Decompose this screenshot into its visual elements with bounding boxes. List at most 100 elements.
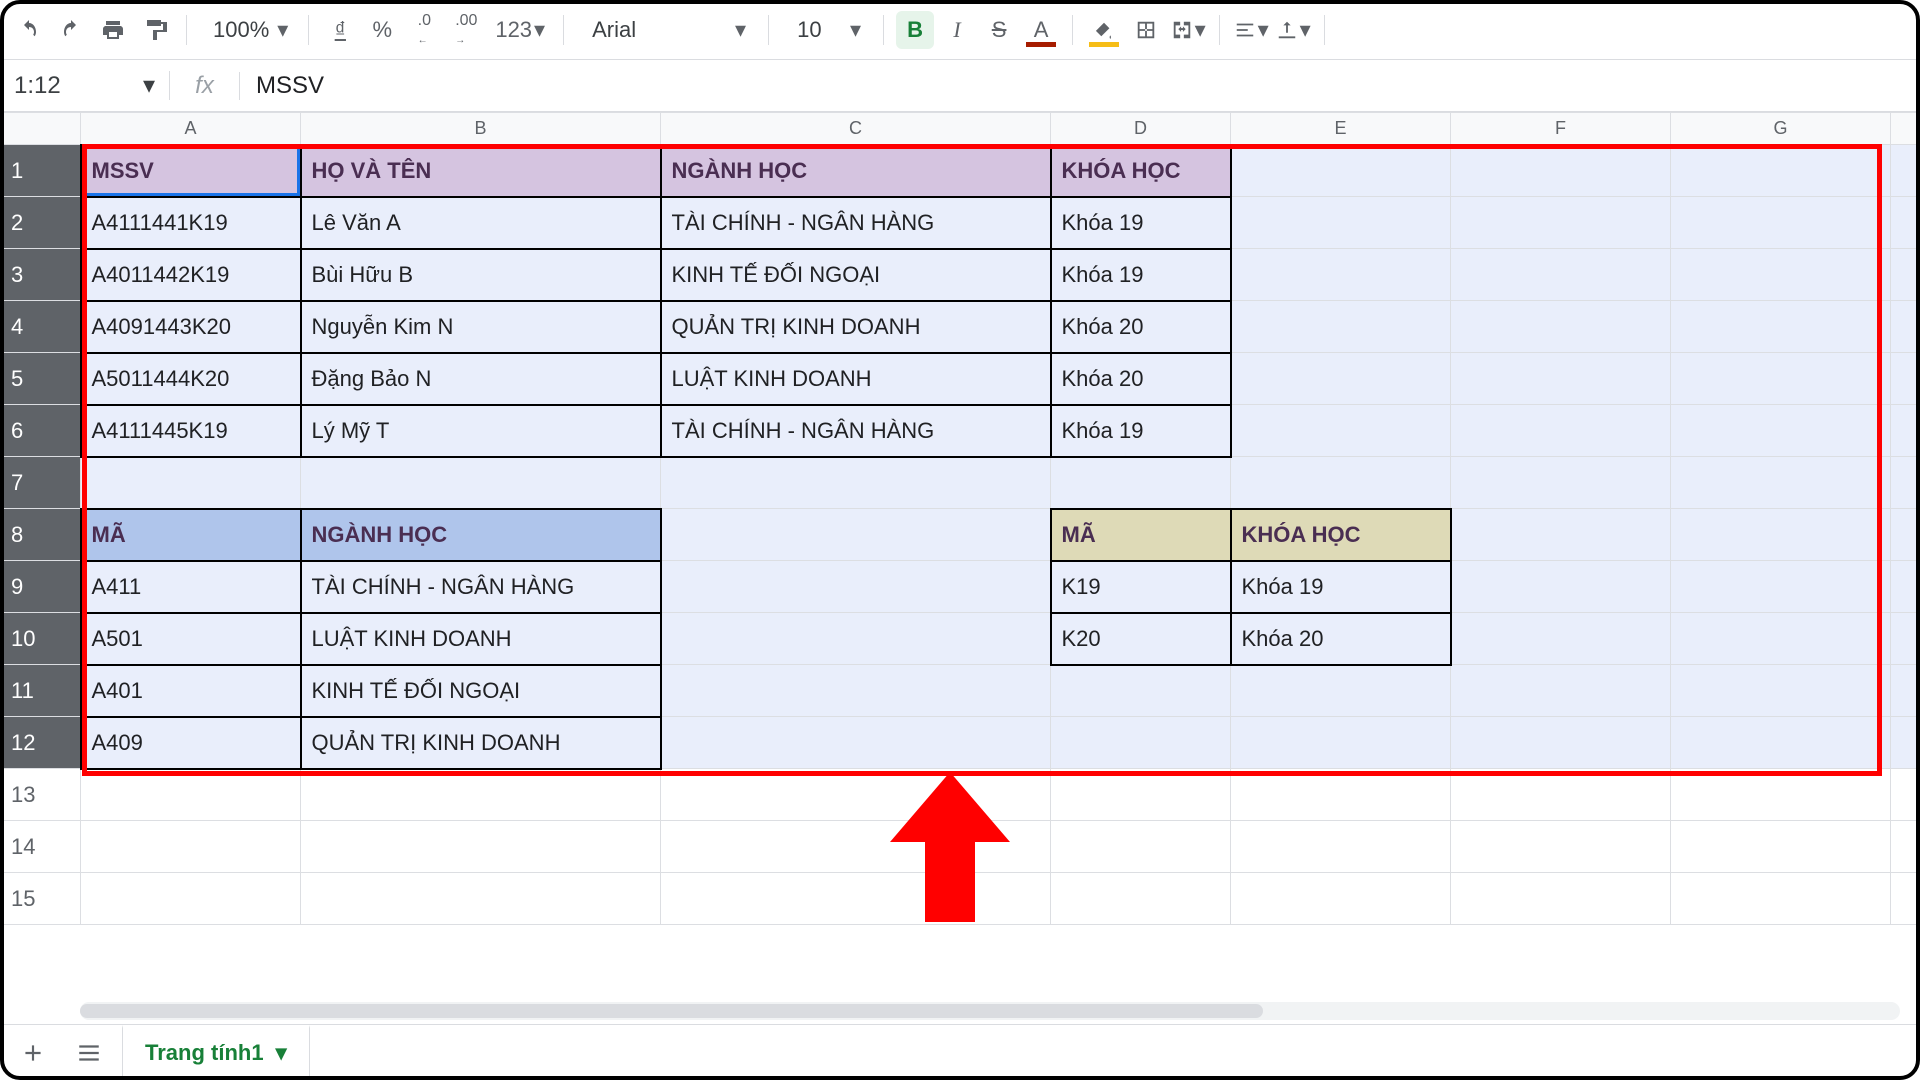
- cell[interactable]: Khóa 20: [1231, 613, 1451, 665]
- italic-button[interactable]: I: [938, 11, 976, 49]
- redo-button[interactable]: [52, 11, 90, 49]
- cell[interactable]: A4111441K19: [81, 197, 301, 249]
- zoom-dropdown[interactable]: 100%▾: [199, 11, 296, 49]
- cell[interactable]: A5011444K20: [81, 353, 301, 405]
- caret-down-icon: ▾: [143, 71, 155, 100]
- col-header[interactable]: [1891, 113, 1920, 145]
- font-size-dropdown[interactable]: 10▾: [781, 11, 871, 49]
- name-box[interactable]: 1:12▾: [0, 71, 170, 100]
- caret-down-icon: ▾: [276, 1040, 287, 1066]
- col-header[interactable]: G: [1671, 113, 1891, 145]
- cell[interactable]: TÀI CHÍNH - NGÂN HÀNG: [301, 561, 661, 613]
- cell[interactable]: A4011442K19: [81, 249, 301, 301]
- cell[interactable]: QUẢN TRỊ KINH DOANH: [661, 301, 1051, 353]
- cell[interactable]: Bùi Hữu B: [301, 249, 661, 301]
- cell[interactable]: KHÓA HỌC: [1231, 509, 1451, 561]
- decrease-decimal-button[interactable]: .0←: [405, 11, 443, 49]
- col-header[interactable]: C: [661, 113, 1051, 145]
- cell[interactable]: Đặng Bảo N: [301, 353, 661, 405]
- cell[interactable]: Khóa 20: [1051, 301, 1231, 353]
- row-header[interactable]: 7: [1, 457, 81, 509]
- row-header[interactable]: 6: [1, 405, 81, 457]
- cell[interactable]: A4111445K19: [81, 405, 301, 457]
- strikethrough-button[interactable]: S: [980, 11, 1018, 49]
- column-header-row: A B C D E F G: [1, 113, 1920, 145]
- fx-icon: fx: [170, 72, 240, 100]
- cell[interactable]: MSSV: [81, 145, 301, 197]
- row-header[interactable]: 13: [1, 769, 81, 821]
- row-header[interactable]: 11: [1, 665, 81, 717]
- borders-button[interactable]: [1127, 11, 1165, 49]
- cell[interactable]: K19: [1051, 561, 1231, 613]
- cell[interactable]: Khóa 19: [1051, 197, 1231, 249]
- formula-bar-row: 1:12▾ fx MSSV: [0, 60, 1920, 112]
- row-header[interactable]: 4: [1, 301, 81, 353]
- cell[interactable]: Khóa 20: [1051, 353, 1231, 405]
- cell[interactable]: Lý Mỹ T: [301, 405, 661, 457]
- cell[interactable]: Lê Văn A: [301, 197, 661, 249]
- cell[interactable]: A4091443K20: [81, 301, 301, 353]
- col-header[interactable]: E: [1231, 113, 1451, 145]
- col-header[interactable]: A: [81, 113, 301, 145]
- caret-down-icon: ▾: [277, 17, 288, 43]
- cell[interactable]: MÃ: [1051, 509, 1231, 561]
- cell[interactable]: NGÀNH HỌC: [661, 145, 1051, 197]
- cell[interactable]: QUẢN TRỊ KINH DOANH: [301, 717, 661, 769]
- cell[interactable]: A409: [81, 717, 301, 769]
- cell[interactable]: K20: [1051, 613, 1231, 665]
- row-header[interactable]: 3: [1, 249, 81, 301]
- cell[interactable]: KINH TẾ ĐỐI NGOẠI: [301, 665, 661, 717]
- sheet-tab-bar: Trang tính1▾: [0, 1024, 1920, 1080]
- cell[interactable]: Khóa 19: [1231, 561, 1451, 613]
- bold-button[interactable]: B: [896, 11, 934, 49]
- print-button[interactable]: [94, 11, 132, 49]
- cell[interactable]: TÀI CHÍNH - NGÂN HÀNG: [661, 197, 1051, 249]
- cell[interactable]: Nguyễn Kim N: [301, 301, 661, 353]
- spreadsheet-grid[interactable]: A B C D E F G 1 MSSV HỌ VÀ TÊN NGÀNH HỌC…: [0, 112, 1920, 1024]
- row-header[interactable]: 15: [1, 873, 81, 925]
- cell[interactable]: NGÀNH HỌC: [301, 509, 661, 561]
- cell[interactable]: Khóa 19: [1051, 249, 1231, 301]
- row-header[interactable]: 12: [1, 717, 81, 769]
- cell[interactable]: TÀI CHÍNH - NGÂN HÀNG: [661, 405, 1051, 457]
- currency-button[interactable]: ₫: [321, 11, 359, 49]
- paint-format-button[interactable]: [136, 11, 174, 49]
- sheet-tab[interactable]: Trang tính1▾: [122, 1025, 310, 1080]
- all-sheets-button[interactable]: [66, 1030, 112, 1076]
- text-color-button[interactable]: A: [1022, 11, 1060, 49]
- increase-decimal-button[interactable]: .00→: [447, 11, 485, 49]
- formula-input[interactable]: MSSV: [240, 72, 1920, 100]
- col-header[interactable]: F: [1451, 113, 1671, 145]
- cell[interactable]: LUẬT KINH DOANH: [661, 353, 1051, 405]
- cell[interactable]: KINH TẾ ĐỐI NGOẠI: [661, 249, 1051, 301]
- horizontal-align-button[interactable]: ▾: [1232, 11, 1270, 49]
- horizontal-scrollbar[interactable]: [80, 1002, 1900, 1020]
- cell[interactable]: [1231, 145, 1451, 197]
- cell[interactable]: LUẬT KINH DOANH: [301, 613, 661, 665]
- row-header[interactable]: 8: [1, 509, 81, 561]
- cell[interactable]: A401: [81, 665, 301, 717]
- cell[interactable]: KHÓA HỌC: [1051, 145, 1231, 197]
- row-header[interactable]: 9: [1, 561, 81, 613]
- undo-button[interactable]: [10, 11, 48, 49]
- row-header[interactable]: 10: [1, 613, 81, 665]
- row-header[interactable]: 2: [1, 197, 81, 249]
- fill-color-button[interactable]: [1085, 11, 1123, 49]
- col-header[interactable]: B: [301, 113, 661, 145]
- number-format-dropdown[interactable]: 123▾: [489, 11, 551, 49]
- col-header[interactable]: D: [1051, 113, 1231, 145]
- add-sheet-button[interactable]: [10, 1030, 56, 1076]
- percent-button[interactable]: %: [363, 11, 401, 49]
- select-all-corner[interactable]: [1, 113, 81, 145]
- cell[interactable]: HỌ VÀ TÊN: [301, 145, 661, 197]
- cell[interactable]: A501: [81, 613, 301, 665]
- row-header[interactable]: 14: [1, 821, 81, 873]
- vertical-align-button[interactable]: ▾: [1274, 11, 1312, 49]
- cell[interactable]: MÃ: [81, 509, 301, 561]
- merge-cells-button[interactable]: ▾: [1169, 11, 1207, 49]
- row-header[interactable]: 5: [1, 353, 81, 405]
- cell[interactable]: Khóa 19: [1051, 405, 1231, 457]
- row-header[interactable]: 1: [1, 145, 81, 197]
- cell[interactable]: A411: [81, 561, 301, 613]
- font-dropdown[interactable]: Arial▾: [576, 11, 756, 49]
